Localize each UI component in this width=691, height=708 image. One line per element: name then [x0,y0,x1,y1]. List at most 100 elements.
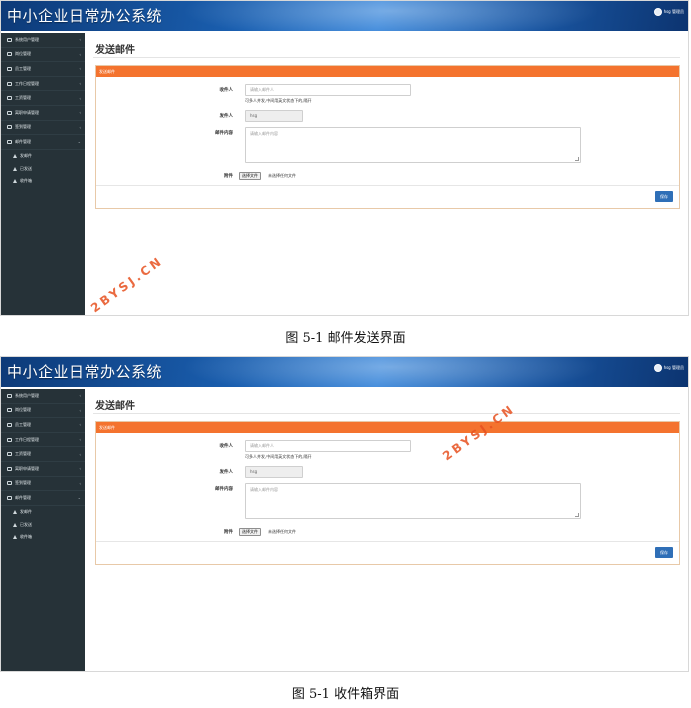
page-title: 发送邮件 [95,45,135,56]
content-label: 邮件内容 [215,487,233,492]
sidebar-subitem-send[interactable]: 发邮件 [1,150,85,163]
main-content: 发送邮件 发送邮件 收件人 请输入邮件人 可多人并发,中间用英文状态下的,隔开 … [85,389,688,671]
monitor-icon [7,139,12,144]
sidebar-item-mail[interactable]: 邮件管理 ⌄ [1,491,85,506]
sender-input[interactable]: hsg [245,466,303,478]
sidebar-item-label: 系统用户管理 [15,36,39,42]
app-title: 中小企业日常办公系统 [7,363,163,381]
monitor-icon [7,37,12,42]
sender-input[interactable]: hsg [245,110,303,122]
chevron-left-icon: ‹ [79,466,81,472]
sidebar-item-schedule[interactable]: 工作日程管理 ‹ [1,433,85,448]
choose-file-button[interactable]: 选择文件 [239,528,261,536]
divider [93,57,680,58]
sidebar-item-employees[interactable]: 员工管理 ‹ [1,418,85,433]
divider [96,185,679,186]
chevron-left-icon: ‹ [79,37,81,43]
sidebar-item-checkin[interactable]: 签到管理 ‹ [1,477,85,492]
sidebar-subitem-label: 收件箱 [20,178,32,183]
panel-header: 发送邮件 [96,66,679,77]
monitor-icon [7,408,12,413]
content-textarea[interactable]: 请输入邮件内容 [245,483,581,519]
monitor-icon [7,125,12,130]
sidebar: 系统用户管理 ‹ 岗位管理 ‹ 员工管理 ‹ 工作日程管理 ‹ 工资管理 ‹ 离… [1,389,85,671]
figure-caption: 图 5-1 收件箱界面 [291,687,400,702]
avatar[interactable] [653,364,662,372]
monitor-icon [7,481,12,486]
sidebar-item-label: 系统用户管理 [15,392,39,398]
sidebar-item-label: 工资管理 [15,451,31,457]
recipient-help: 可多人并发,中间用英文状态下的,隔开 [245,98,312,103]
user-name[interactable]: hsg 管理员 [664,365,684,371]
user-area[interactable]: hsg 管理员 [653,8,684,16]
sidebar-item-label: 离职申请管理 [15,109,39,115]
recipient-input[interactable]: 请输入邮件人 [245,440,411,452]
content-label: 邮件内容 [215,131,233,136]
content-textarea[interactable]: 请输入邮件内容 [245,127,581,163]
sidebar-item-label: 离职申请管理 [15,465,39,471]
sidebar-item-system-users[interactable]: 系统用户管理 ‹ [1,33,85,48]
triangle-icon [13,510,17,514]
monitor-icon [7,66,12,71]
sidebar-item-resignation[interactable]: 离职申请管理 ‹ [1,106,85,121]
figure-caption: 图 5-1 邮件发送界面 [285,331,406,346]
sidebar-item-employees[interactable]: 员工管理 ‹ [1,62,85,77]
sidebar-subitem-sent[interactable]: 已发送 [1,518,85,531]
monitor-icon [7,437,12,442]
file-status: 未选择任何文件 [268,529,296,534]
user-name[interactable]: hsg 管理员 [664,9,684,15]
sidebar-subitem-inbox[interactable]: 收件箱 [1,531,85,544]
chevron-left-icon: ‹ [79,95,81,101]
triangle-icon [13,166,17,171]
sidebar-subitem-inbox[interactable]: 收件箱 [1,175,85,188]
sidebar-item-label: 岗位管理 [15,407,31,413]
sidebar-item-label: 工资管理 [15,95,31,101]
sidebar-item-label: 员工管理 [15,65,31,71]
sidebar-subitem-label: 发邮件 [20,153,32,158]
chevron-left-icon: ‹ [79,51,81,57]
save-button[interactable]: 保存 [655,191,673,202]
recipient-label: 收件人 [219,444,234,449]
chevron-left-icon: ‹ [79,437,81,443]
sidebar-subitem-label: 已发送 [20,165,32,171]
sender-label: 发件人 [219,114,234,119]
recipient-input[interactable]: 请输入邮件人 [245,84,411,96]
sidebar-item-positions[interactable]: 岗位管理 ‹ [1,404,85,419]
monitor-icon [7,393,12,398]
triangle-icon [13,522,17,527]
monitor-icon [7,96,12,101]
recipient-label: 收件人 [219,88,234,93]
sidebar-item-resignation[interactable]: 离职申请管理 ‹ [1,462,85,477]
triangle-icon [13,179,17,183]
choose-file-button[interactable]: 选择文件 [239,172,261,180]
sidebar-item-label: 工作日程管理 [15,80,39,86]
sidebar-item-salary[interactable]: 工资管理 ‹ [1,91,85,106]
sidebar-item-schedule[interactable]: 工作日程管理 ‹ [1,77,85,92]
sidebar-subitem-label: 已发送 [20,521,32,527]
sidebar-item-positions[interactable]: 岗位管理 ‹ [1,48,85,63]
monitor-icon [7,52,12,57]
sidebar-item-checkin[interactable]: 签到管理 ‹ [1,121,85,136]
monitor-icon [7,81,12,86]
send-mail-panel: 发送邮件 收件人 请输入邮件人 可多人并发,中间用英文状态下的,隔开 发件人 h… [95,421,680,565]
sidebar-item-label: 岗位管理 [15,51,31,57]
chevron-left-icon: ‹ [79,422,81,428]
sidebar-item-label: 员工管理 [15,421,31,427]
sidebar-subitem-send[interactable]: 发邮件 [1,506,85,519]
triangle-icon [13,535,17,539]
chevron-left-icon: ‹ [79,480,81,486]
sidebar-item-system-users[interactable]: 系统用户管理 ‹ [1,389,85,404]
chevron-down-icon: ⌄ [77,495,81,501]
sender-label: 发件人 [219,470,234,475]
save-button[interactable]: 保存 [655,547,673,558]
sidebar-item-mail[interactable]: 邮件管理 ⌄ [1,135,85,150]
sidebar-item-salary[interactable]: 工资管理 ‹ [1,447,85,462]
avatar[interactable] [653,8,662,16]
app-title: 中小企业日常办公系统 [7,7,163,25]
chevron-left-icon: ‹ [79,110,81,116]
attachment-label: 附件 [224,174,233,179]
file-status: 未选择任何文件 [268,173,296,178]
user-area[interactable]: hsg 管理员 [653,364,684,372]
monitor-icon [7,422,12,427]
sidebar-subitem-sent[interactable]: 已发送 [1,162,85,175]
